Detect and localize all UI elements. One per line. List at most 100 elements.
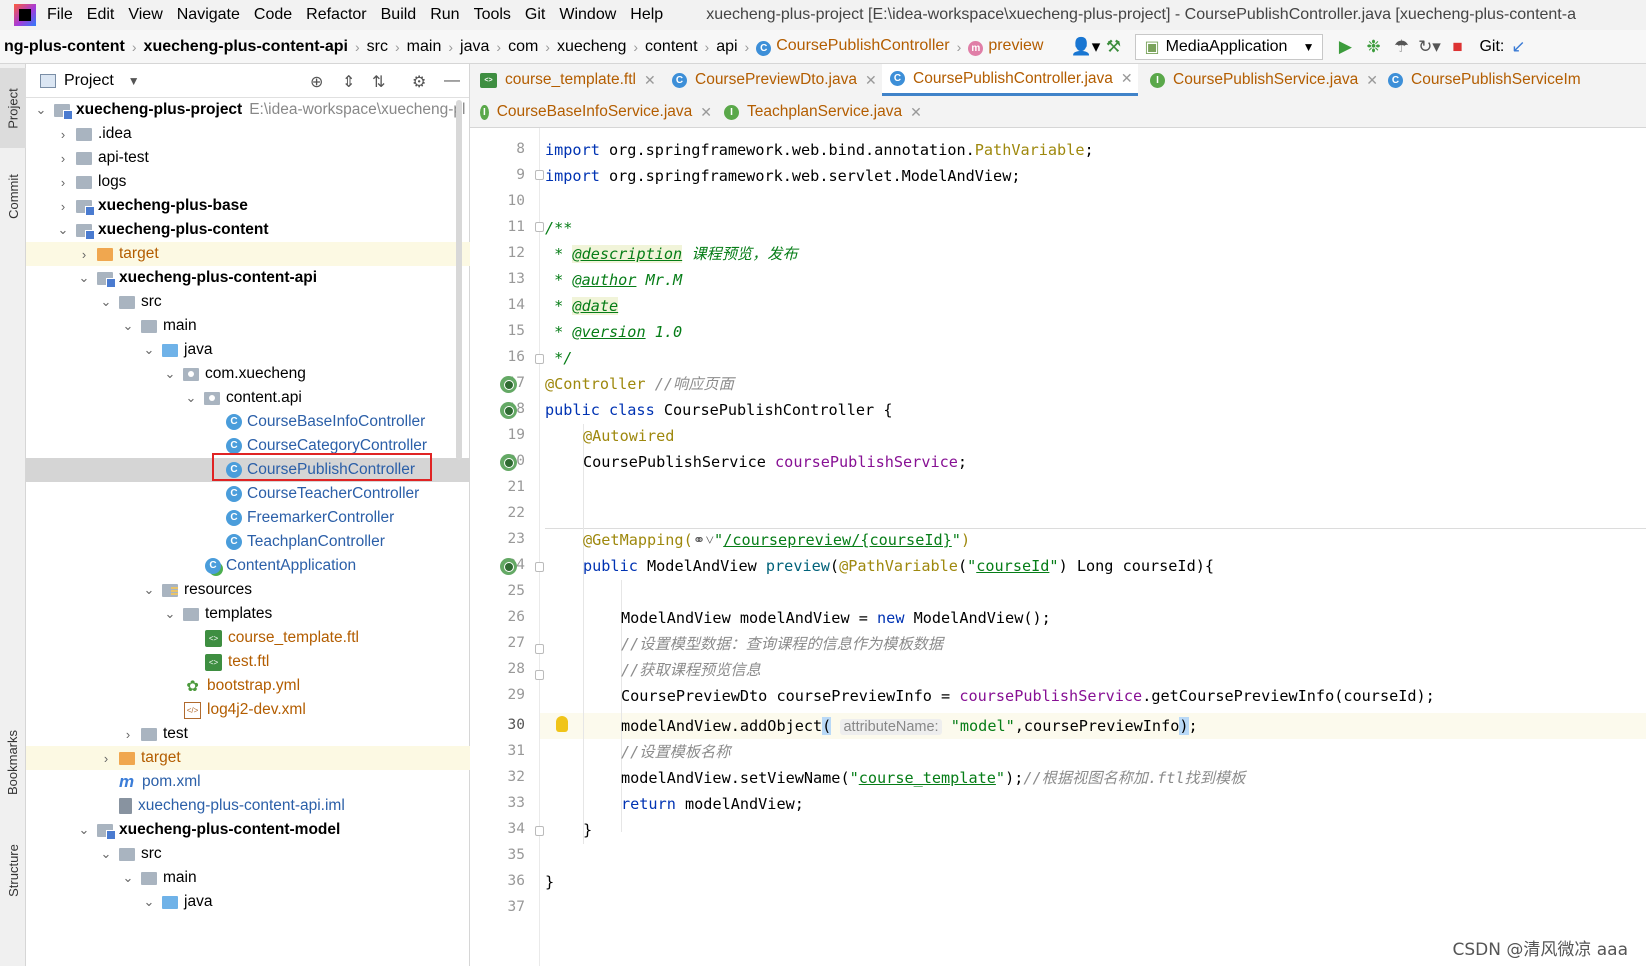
close-icon[interactable]: ✕ [910,104,922,121]
tool-tab-bookmarks[interactable]: Bookmarks [0,712,26,812]
tree-scrollbar[interactable] [456,100,462,460]
fold-icon[interactable] [535,670,544,680]
menu-code[interactable]: Code [253,6,293,24]
tree-item[interactable]: ⌄ main [26,866,470,890]
tree-item[interactable]: ⌄ resources [26,578,470,602]
tab-course-template-ftl[interactable]: <> course_template.ftl ✕ [472,64,662,96]
chevron-down-icon[interactable]: ▼ [128,74,140,88]
breadcrumb-src[interactable]: src [363,38,392,56]
tree-item[interactable]: › api-test [26,146,470,170]
tool-tab-commit[interactable]: Commit [0,156,26,236]
git-update-icon[interactable]: ↙ [1504,34,1532,60]
close-icon[interactable]: ✕ [644,72,656,89]
tree-item[interactable]: › test [26,722,470,746]
run-icon[interactable]: ▶ [1331,34,1359,60]
close-icon[interactable]: ✕ [1366,72,1378,89]
spring-bean-gutter-icon[interactable] [500,402,517,419]
tree-item[interactable]: › target [26,242,470,266]
tab-teachplanservice[interactable]: I TeachplanService.java ✕ [716,96,924,128]
tree-item[interactable]: C TeachplanController [26,530,470,554]
tree-item[interactable]: ⌄ com.xuecheng [26,362,470,386]
code-editor[interactable]: 8 9 10 11 12 13 14 15 16 17 18 19 20 21 … [470,128,1646,966]
close-icon[interactable]: ✕ [1121,70,1133,87]
web-endpoint-icon[interactable]: ⚭˅ [693,531,714,549]
breadcrumb-submodule[interactable]: xuecheng-plus-content-api [140,38,352,56]
tree-item[interactable]: ⌄ java [26,890,470,914]
menu-file[interactable]: File [46,6,74,24]
tree-item[interactable]: <> course_template.ftl [26,626,470,650]
stop-icon[interactable]: ■ [1443,34,1471,60]
user-dropdown-icon[interactable]: 👤▾ [1071,34,1101,60]
fold-icon[interactable] [535,826,544,836]
locate-icon[interactable]: ⊕ [310,72,323,92]
menu-refactor[interactable]: Refactor [305,6,367,24]
tool-tab-structure[interactable]: Structure [0,820,26,920]
menu-build[interactable]: Build [380,6,418,24]
tree-item[interactable]: m pom.xml [26,770,470,794]
tree-item[interactable]: ⌄ xuecheng-plus-content-model [26,818,470,842]
tree-item[interactable]: ⌄ xuecheng-plus-project E:\idea-workspace\… [26,98,470,122]
request-mapping-gutter-icon[interactable] [500,558,517,575]
fold-icon[interactable] [535,562,544,572]
gear-icon[interactable]: ⚙ [412,72,426,92]
breadcrumb-api[interactable]: api [712,38,741,56]
tree-item[interactable]: ⌄ xuecheng-plus-content-api [26,266,470,290]
menu-navigate[interactable]: Navigate [176,6,241,24]
spring-bean-gutter-icon[interactable] [500,376,517,393]
breadcrumb-content[interactable]: content [641,38,701,56]
tab-coursepublishcontroller[interactable]: C CoursePublishController.java ✕ [882,64,1138,96]
autowired-gutter-icon[interactable] [500,454,517,471]
tree-item[interactable]: ⌄ java [26,338,470,362]
tree-item[interactable]: ⌄ xuecheng-plus-content [26,218,470,242]
tree-item[interactable]: › logs [26,170,470,194]
tree-item[interactable]: ⌄ content.api [26,386,470,410]
fold-icon[interactable] [535,170,544,180]
tool-tab-project[interactable]: Project [0,68,26,148]
breadcrumb-com[interactable]: com [504,38,542,56]
tab-coursepublishserviceimpl[interactable]: C CoursePublishServiceIm [1380,64,1646,96]
tree-item[interactable]: › .idea [26,122,470,146]
tab-coursepreviewdto[interactable]: C CoursePreviewDto.java ✕ [664,64,878,96]
tree-item[interactable]: C CourseBaseInfoController [26,410,470,434]
close-icon[interactable]: ✕ [700,104,712,121]
coverage-icon[interactable]: ☂ [1387,34,1415,60]
fold-icon[interactable] [535,644,544,654]
lightbulb-icon[interactable] [556,716,568,732]
tree-item[interactable]: ⌄ src [26,290,470,314]
project-panel-title[interactable]: Project [64,72,114,90]
tab-coursepublishservice[interactable]: I CoursePublishService.java ✕ [1142,64,1378,96]
tree-item[interactable]: › target [26,746,470,770]
menu-tools[interactable]: Tools [473,6,512,24]
tree-item[interactable]: C CourseTeacherController [26,482,470,506]
tree-item[interactable]: </> log4j2-dev.xml [26,698,470,722]
menu-help[interactable]: Help [629,6,664,24]
breadcrumb-xuecheng[interactable]: xuecheng [553,38,630,56]
breadcrumb-module[interactable]: ng-plus-content [0,38,129,56]
tree-item[interactable]: › xuecheng-plus-base [26,194,470,218]
menu-git[interactable]: Git [524,6,546,24]
tree-item[interactable]: ✿ bootstrap.yml [26,674,470,698]
tab-coursebaseinfoservice[interactable]: I CourseBaseInfoService.java ✕ [472,96,712,128]
tree-item[interactable]: <> test.ftl [26,650,470,674]
run-configuration-select[interactable]: ▣ MediaApplication ▼ [1135,33,1324,60]
hide-panel-icon[interactable]: — [444,72,460,90]
expand-all-icon[interactable]: ⇕ [342,72,355,92]
fold-icon[interactable] [535,354,544,364]
menu-edit[interactable]: Edit [86,6,116,24]
tree-item[interactable]: C FreemarkerController [26,506,470,530]
close-icon[interactable]: ✕ [865,72,877,89]
breadcrumb-class[interactable]: C CoursePublishController [752,37,953,56]
breadcrumb-java[interactable]: java [456,38,493,56]
debug-icon[interactable]: ❉ [1359,34,1387,60]
tree-item[interactable]: ⌄ src [26,842,470,866]
collapse-all-icon[interactable]: ⇅ [372,72,385,92]
tree-item[interactable]: C ContentApplication [26,554,470,578]
tree-item[interactable]: ⌄ templates [26,602,470,626]
profile-icon[interactable]: ↻▾ [1415,34,1443,60]
build-hammer-icon[interactable]: ⚒ [1099,34,1127,60]
breadcrumb-method[interactable]: m preview [964,37,1047,56]
tree-item[interactable]: xuecheng-plus-content-api.iml [26,794,470,818]
breadcrumb-main[interactable]: main [403,38,446,56]
menu-view[interactable]: View [127,6,163,24]
menu-run[interactable]: Run [429,6,460,24]
